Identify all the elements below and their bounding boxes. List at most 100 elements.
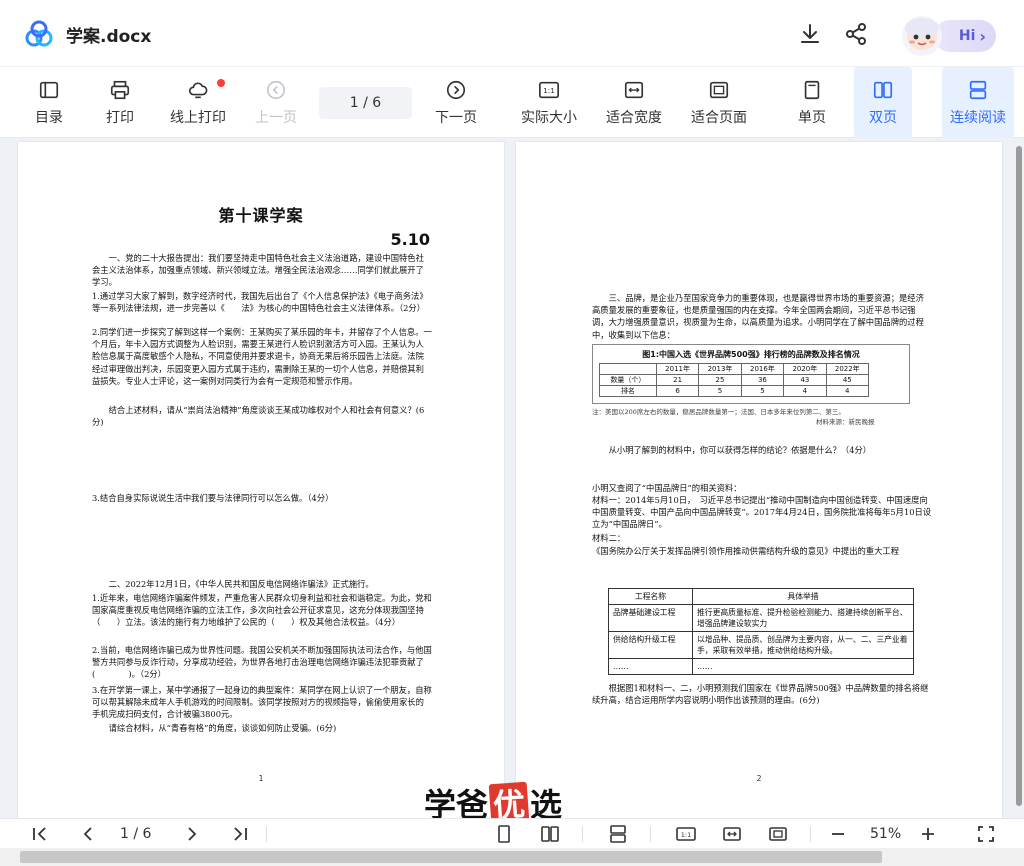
next-page-icon[interactable]	[182, 824, 202, 844]
value-cell: 43	[783, 374, 827, 386]
table-row: 工程名称 具体举措	[608, 588, 914, 605]
lesson-date: 5.10	[390, 230, 430, 249]
horizontal-scrollbar[interactable]	[0, 848, 1024, 866]
table-row: 2011年 2013年 2016年 2020年 2022年	[599, 363, 870, 375]
zoom-in-icon[interactable]	[918, 824, 938, 844]
divider	[266, 826, 267, 842]
print-button[interactable]: 打印	[98, 67, 142, 139]
single-page-button[interactable]: 单页	[788, 67, 836, 139]
fit-page-icon	[709, 81, 729, 99]
single-page-icon	[804, 80, 820, 100]
table-row: 品牌基础建设工程 推行更高质量标准、提升检验检测能力、搭建持续创新平台、增强品牌…	[608, 604, 914, 632]
project-table: 工程名称 具体举措 品牌基础建设工程 推行更高质量标准、提升检验检测能力、搭建持…	[608, 588, 914, 675]
continuous-read-button[interactable]: 连续阅读	[942, 67, 1014, 139]
online-print-button[interactable]: 线上打印	[166, 67, 230, 139]
question-3-2: 根据图1和材料一、二，小明预测我们国家在《世界品牌500强》中品牌数量的排名将继…	[592, 683, 929, 706]
fit-page-button[interactable]: 适合页面	[688, 67, 750, 139]
zoom-out-icon[interactable]	[828, 824, 848, 844]
prev-page-icon[interactable]	[78, 824, 98, 844]
chart-source: 材料来源：新民晚报	[816, 418, 875, 426]
value-cell: 36	[740, 374, 785, 386]
value-cell: 4	[783, 385, 827, 397]
section-2-intro: 二、2022年12月1日，《中华人民共和国反电信网络诈骗法》正式施行。	[108, 579, 374, 589]
value-cell: 45	[825, 374, 870, 386]
year-cell: 2011年	[655, 363, 700, 375]
table-header-cell: 工程名称	[608, 588, 693, 605]
value-cell: 6	[655, 385, 700, 397]
question-2-3-prompt: 请综合材料，从“青春有格”的角度，谈谈如何防止受骗。(6分)	[108, 723, 337, 733]
table-row: 供给结构升级工程 以增品种、提品质、创品牌为主要内容，从一、二、三产业着手，采取…	[608, 631, 914, 659]
double-page-button[interactable]: 双页	[854, 67, 912, 139]
document-viewer[interactable]: 第十课学案 5.10 一、党的二十大报告提出：我们要坚持走中国特色社会主义法治道…	[0, 138, 1024, 818]
value-cell: 4	[825, 385, 870, 397]
download-icon[interactable]	[798, 22, 822, 46]
table-row: 排名 6 5 5 4 4	[599, 385, 870, 397]
value-cell: 5	[698, 385, 742, 397]
actual-size-icon[interactable]: 1:1	[676, 824, 696, 844]
double-page-icon[interactable]	[540, 824, 560, 844]
page-indicator-input[interactable]: 1 / 6	[319, 87, 412, 119]
vertical-scrollbar[interactable]	[1012, 138, 1024, 818]
toolbar: 目录 打印 线上打印 上一页 1 / 6 下一页 1:1 实际大小 适合宽度 适…	[0, 66, 1024, 139]
printer-icon	[110, 80, 130, 100]
notification-dot	[217, 79, 225, 87]
lesson-title: 第十课学案	[218, 206, 304, 225]
value-cell: 5	[740, 385, 785, 397]
app-header: 学案.docx Hi ›	[0, 0, 1024, 66]
value-cell: 25	[698, 374, 742, 386]
year-cell: 2016年	[740, 363, 785, 375]
vertical-scroll-thumb[interactable]	[1016, 146, 1022, 806]
section-1-intro: 一、党的二十大报告提出：我们要坚持走中国特色社会主义法治道路，建设中国特色社会主…	[92, 253, 424, 288]
share-icon[interactable]	[844, 22, 868, 46]
fullscreen-icon[interactable]	[976, 824, 996, 844]
year-cell: 2022年	[825, 363, 870, 375]
fit-page-icon[interactable]	[768, 824, 788, 844]
single-page-icon[interactable]	[494, 824, 514, 844]
print-label: 打印	[106, 110, 134, 126]
fit-width-label: 适合宽度	[606, 110, 662, 126]
horizontal-scroll-thumb[interactable]	[20, 851, 882, 863]
fit-page-label: 适合页面	[691, 110, 747, 126]
first-page-icon[interactable]	[30, 824, 50, 844]
table-cell: ……	[692, 658, 914, 675]
question-1-1: 1.通过学习大家了解到，数字经济时代，我国先后出台了《个人信息保护法》《电子商务…	[92, 291, 428, 314]
prev-page-icon	[266, 80, 286, 100]
value-cell: 21	[655, 374, 700, 386]
prev-page-button[interactable]: 上一页	[252, 67, 300, 139]
fit-width-icon	[624, 81, 644, 99]
section-3-intro: 三、品牌，是企业乃至国家竞争力的重要体现，也是赢得世界市场的重要资源；是经济高质…	[592, 293, 924, 340]
assistant-avatar-icon	[902, 16, 942, 56]
document-page-2: 三、品牌，是企业乃至国家竞争力的重要体现，也是赢得世界市场的重要资源；是经济高质…	[516, 142, 1002, 818]
assistant-entry[interactable]: Hi ›	[896, 12, 1000, 56]
next-page-icon	[446, 80, 466, 100]
actual-size-button[interactable]: 1:1 实际大小	[518, 67, 580, 139]
prev-page-label: 上一页	[255, 110, 297, 126]
table-row: 数量（个） 21 25 36 43 45	[599, 374, 870, 386]
table-cell: 以增品种、提品质、创品牌为主要内容，从一、二、三产业着手，采取有效举措，推动供给…	[692, 631, 914, 659]
question-2-1: 1.近年来，电信网络诈骗案件频发，严重危害人民群众切身利益和社会和谐稳定。为此，…	[92, 593, 432, 628]
fit-width-icon[interactable]	[722, 824, 742, 844]
question-2-2: 2.当前，电信网络诈骗已成为世界性问题。我国公安机关不断加强国际执法司法合作，与…	[92, 645, 432, 680]
brand-ranking-chart: 图1:中国入选《世界品牌500强》排行榜的品牌数及排名情况 2011年 2013…	[592, 344, 910, 404]
question-1-3: 3.结合自身实际说说生活中我们要与法律同行可以怎么做。（4分）	[92, 493, 334, 503]
question-2-3: 3.在开学第一课上，某中学通报了一起身边的典型案件：某同学在网上认识了一个朋友，…	[92, 685, 432, 720]
table-cell: ……	[608, 658, 693, 675]
toc-button[interactable]: 目录	[26, 67, 72, 139]
table-row: …… ……	[608, 658, 914, 675]
continuous-read-icon	[969, 80, 987, 100]
divider	[810, 826, 811, 842]
app-logo-icon	[25, 20, 53, 47]
svg-text:1:1: 1:1	[681, 831, 691, 839]
series-name-cell: 数量（个）	[599, 374, 657, 386]
next-page-button[interactable]: 下一页	[432, 67, 480, 139]
divider	[582, 826, 583, 842]
fit-width-button[interactable]: 适合宽度	[602, 67, 666, 139]
double-page-label: 双页	[869, 110, 897, 126]
document-page-1: 第十课学案 5.10 一、党的二十大报告提出：我们要坚持走中国特色社会主义法治道…	[18, 142, 504, 818]
material-2: 《国务院办公厅关于发挥品牌引领作用推动供需结构升级的意见》中提出的重大工程	[592, 546, 899, 556]
cloud-print-icon	[188, 82, 208, 99]
last-page-icon[interactable]	[230, 824, 250, 844]
zoom-level[interactable]: 51%	[870, 826, 901, 842]
continuous-read-icon[interactable]	[608, 824, 628, 844]
bottom-page-indicator[interactable]: 1 / 6	[120, 826, 151, 842]
